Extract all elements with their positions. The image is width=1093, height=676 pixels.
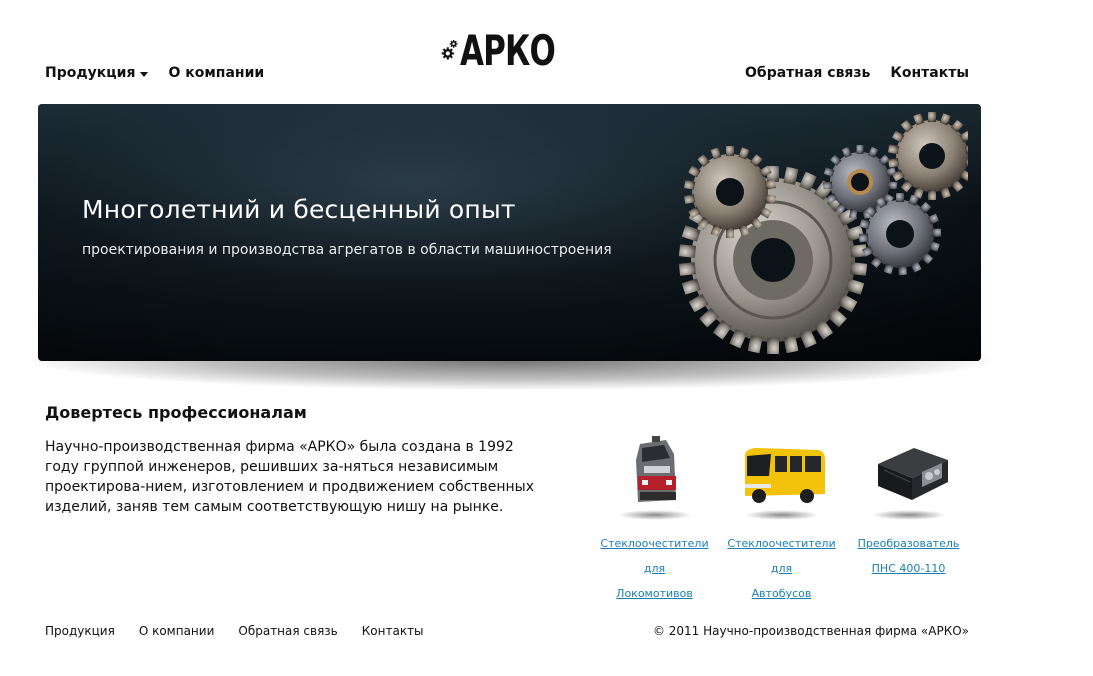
bus-icon [744, 448, 825, 503]
nav-item-products-label: Продукция [45, 65, 136, 81]
product-link-bus[interactable]: Стеклоочестители для Автобусов [719, 531, 844, 606]
footer-nav: Продукция О компании Обратная связь Конт… [45, 624, 424, 638]
copyright: © 2011 Научно-производственная фирма «АР… [652, 624, 969, 638]
nav-item-contacts[interactable]: Контакты [890, 65, 969, 81]
product-thumb[interactable] [610, 430, 700, 520]
main-nav-left: Продукция О компании [45, 65, 264, 81]
hero-banner: Многолетний и бесценный опыт проектирова… [38, 104, 981, 361]
footer-link-about[interactable]: О компании [139, 624, 215, 638]
nav-item-feedback[interactable]: Обратная связь [745, 65, 870, 81]
product-link-locomotive[interactable]: Стеклоочестители для Локомотивов [592, 531, 717, 606]
gears-logo-icon [441, 39, 458, 60]
footer-link-contacts[interactable]: Контакты [362, 624, 424, 638]
converter-icon [877, 448, 948, 500]
product-card-converter[interactable]: Преобразователь ПНС 400-110 [846, 430, 971, 606]
section-title: Довертесь профессионалам [45, 403, 307, 422]
nav-item-about-label: О компании [168, 65, 265, 81]
gears-illustration-icon [678, 112, 968, 354]
locomotive-icon [635, 436, 676, 502]
banner-title: Многолетний и бесценный опыт [82, 195, 516, 224]
chevron-down-icon [140, 71, 149, 77]
product-link-line2: ПНС 400-110 [871, 562, 946, 575]
banner-subtitle: проектирования и производства агрегатов … [82, 242, 612, 258]
nav-item-about[interactable]: О компании [168, 65, 264, 81]
product-card-bus[interactable]: Стеклоочестители для Автобусов [719, 430, 844, 606]
products-list: Стеклоочестители для Локомотивов Стеклоо… [592, 430, 973, 606]
product-link-converter[interactable]: Преобразователь ПНС 400-110 [858, 531, 960, 581]
footer-link-products[interactable]: Продукция [45, 624, 115, 638]
product-link-line1: Стеклоочестители для [600, 537, 709, 575]
nav-item-products[interactable]: Продукция [45, 65, 149, 81]
main-nav-right: Обратная связь Контакты [745, 65, 969, 81]
product-thumb[interactable] [864, 430, 954, 520]
logo-text: АРКО [460, 25, 556, 75]
section-text: Научно-производственная фирма «АРКО» был… [45, 439, 535, 515]
product-link-line1: Преобразователь [857, 537, 960, 550]
product-link-line2: Автобусов [751, 587, 812, 600]
product-thumb[interactable] [737, 430, 827, 520]
logo[interactable]: АРКО [441, 16, 576, 84]
product-link-line1: Стеклоочестители для [727, 537, 836, 575]
footer-link-feedback[interactable]: Обратная связь [238, 624, 337, 638]
product-link-line2: Локомотивов [616, 587, 693, 600]
nav-item-contacts-label: Контакты [890, 65, 969, 81]
product-card-locomotive[interactable]: Стеклоочестители для Локомотивов [592, 430, 717, 606]
nav-item-feedback-label: Обратная связь [745, 65, 871, 81]
